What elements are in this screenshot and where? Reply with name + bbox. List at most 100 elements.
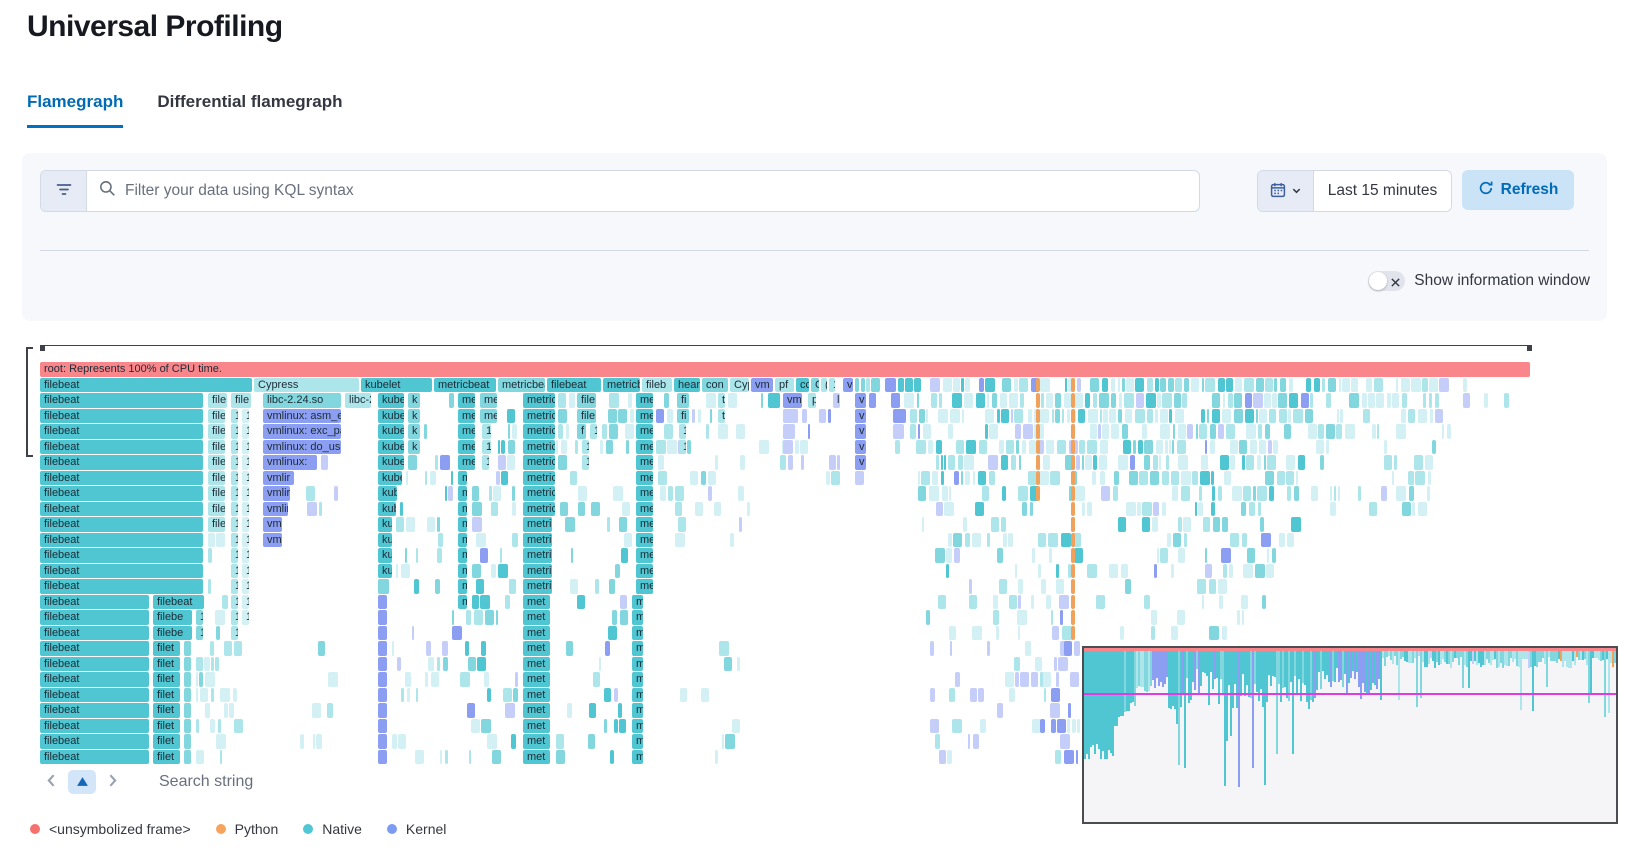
flame-stripe[interactable] [1051, 688, 1060, 703]
flame-stripe[interactable] [1182, 393, 1187, 408]
flame-stripe[interactable] [1199, 424, 1207, 439]
search-prev-button[interactable] [44, 772, 59, 792]
flame-stripe[interactable] [1207, 409, 1209, 424]
flame-block[interactable]: fi [677, 393, 689, 408]
flame-stripe[interactable] [976, 393, 985, 408]
flame-stripe[interactable] [737, 657, 740, 672]
flame-block[interactable]: file [577, 409, 596, 424]
flame-stripe[interactable] [1092, 471, 1096, 486]
flame-block[interactable]: 1 [231, 595, 238, 610]
flame-block[interactable] [378, 657, 387, 672]
flame-stripe[interactable] [1363, 409, 1370, 424]
flame-block[interactable]: 1 [242, 440, 249, 455]
flame-stripe[interactable] [1203, 517, 1210, 532]
flame-block[interactable]: filebeat [40, 455, 203, 470]
flame-stripe[interactable] [489, 486, 492, 501]
flame-block[interactable]: ku [378, 517, 392, 532]
flamegraph-search-input[interactable]: Search string [159, 773, 253, 791]
flame-block[interactable] [378, 579, 389, 594]
flame-stripe[interactable] [955, 672, 960, 687]
flame-stripe[interactable] [1011, 409, 1013, 424]
flame-stripe[interactable] [630, 409, 634, 424]
flame-stripe[interactable] [1138, 440, 1143, 455]
flame-stripe[interactable] [1162, 471, 1169, 486]
flame-stripe[interactable] [1172, 486, 1178, 501]
flame-stripe[interactable] [946, 548, 952, 563]
flame-stripe[interactable] [496, 610, 498, 625]
flame-block[interactable]: 1 [582, 455, 589, 470]
flame-stripe[interactable] [1392, 393, 1399, 408]
flame-stripe[interactable] [1218, 579, 1227, 594]
flame-stripe[interactable] [1349, 393, 1359, 408]
flame-stripe[interactable] [1201, 455, 1208, 470]
flame-block[interactable] [1071, 440, 1075, 455]
flame-block[interactable] [783, 440, 793, 455]
flame-stripe[interactable] [1330, 502, 1336, 517]
flame-block[interactable]: 1 [196, 626, 203, 641]
flame-stripe[interactable] [1135, 409, 1145, 424]
flame-stripe[interactable] [452, 610, 454, 625]
flame-stripe[interactable] [1144, 440, 1153, 455]
flame-stripe[interactable] [1001, 517, 1006, 532]
flame-stripe[interactable] [1392, 471, 1394, 486]
flame-block[interactable]: filebeat [40, 378, 252, 393]
flame-block[interactable] [1071, 533, 1075, 548]
flame-stripe[interactable] [508, 440, 515, 455]
flame-stripe[interactable] [599, 657, 601, 672]
flame-block[interactable]: metri [523, 579, 552, 594]
flame-stripe[interactable] [1435, 393, 1439, 408]
flame-stripe[interactable] [500, 548, 502, 563]
flame-block[interactable]: 1 [482, 440, 491, 455]
flame-stripe[interactable] [1260, 517, 1264, 532]
flame-stripe[interactable] [405, 548, 407, 563]
flame-stripe[interactable] [1334, 486, 1336, 501]
flame-block[interactable]: m [632, 595, 643, 610]
flame-stripe[interactable] [996, 626, 999, 641]
flame-block[interactable]: me [458, 455, 475, 470]
flame-block[interactable]: m [632, 641, 643, 656]
flame-stripe[interactable] [1338, 486, 1340, 501]
flame-stripe[interactable] [480, 548, 488, 563]
flame-stripe[interactable] [578, 502, 585, 517]
flame-stripe[interactable] [205, 672, 215, 687]
flame-stripe[interactable] [1014, 409, 1023, 424]
flame-block[interactable]: 1 [231, 424, 238, 439]
flame-stripe[interactable] [1287, 533, 1294, 548]
flame-stripe[interactable] [569, 393, 575, 408]
flame-stripe[interactable] [588, 734, 595, 749]
flame-stripe[interactable] [602, 424, 607, 439]
flame-stripe[interactable] [1125, 409, 1132, 424]
flame-stripe[interactable] [412, 626, 414, 641]
flame-stripe[interactable] [626, 440, 629, 455]
flame-stripe[interactable] [220, 750, 222, 765]
flame-stripe[interactable] [451, 471, 453, 486]
flame-stripe[interactable] [1273, 440, 1278, 455]
flame-stripe[interactable] [398, 734, 406, 749]
flame-stripe[interactable] [1246, 455, 1254, 470]
flame-stripe[interactable] [503, 688, 512, 703]
flame-block[interactable]: me [636, 424, 653, 439]
flame-stripe[interactable] [1169, 409, 1172, 424]
flame-stripe[interactable] [401, 564, 410, 579]
flame-block[interactable]: vml [263, 533, 282, 548]
flame-block[interactable]: m [632, 610, 643, 625]
flame-stripe[interactable] [962, 409, 964, 424]
flame-block[interactable]: vml [263, 517, 282, 532]
flame-stripe[interactable] [999, 579, 1007, 594]
kql-search-input[interactable]: Filter your data using KQL syntax [87, 171, 1199, 211]
flame-stripe[interactable] [1366, 378, 1372, 393]
flame-stripe[interactable] [566, 641, 573, 656]
flame-block[interactable]: file [208, 502, 225, 517]
flame-stripe[interactable] [1076, 750, 1078, 765]
show-info-toggle[interactable] [1368, 271, 1405, 291]
flame-stripe[interactable] [1264, 393, 1271, 408]
flame-stripe[interactable] [1396, 378, 1398, 393]
flame-stripe[interactable] [612, 610, 617, 625]
flame-block[interactable]: me [636, 517, 653, 532]
flame-stripe[interactable] [664, 393, 669, 408]
flame-stripe[interactable] [465, 641, 469, 656]
flame-stripe[interactable] [668, 486, 673, 501]
flame-stripe[interactable] [467, 703, 475, 718]
flame-stripe[interactable] [1000, 393, 1007, 408]
flame-stripe[interactable] [1401, 409, 1406, 424]
